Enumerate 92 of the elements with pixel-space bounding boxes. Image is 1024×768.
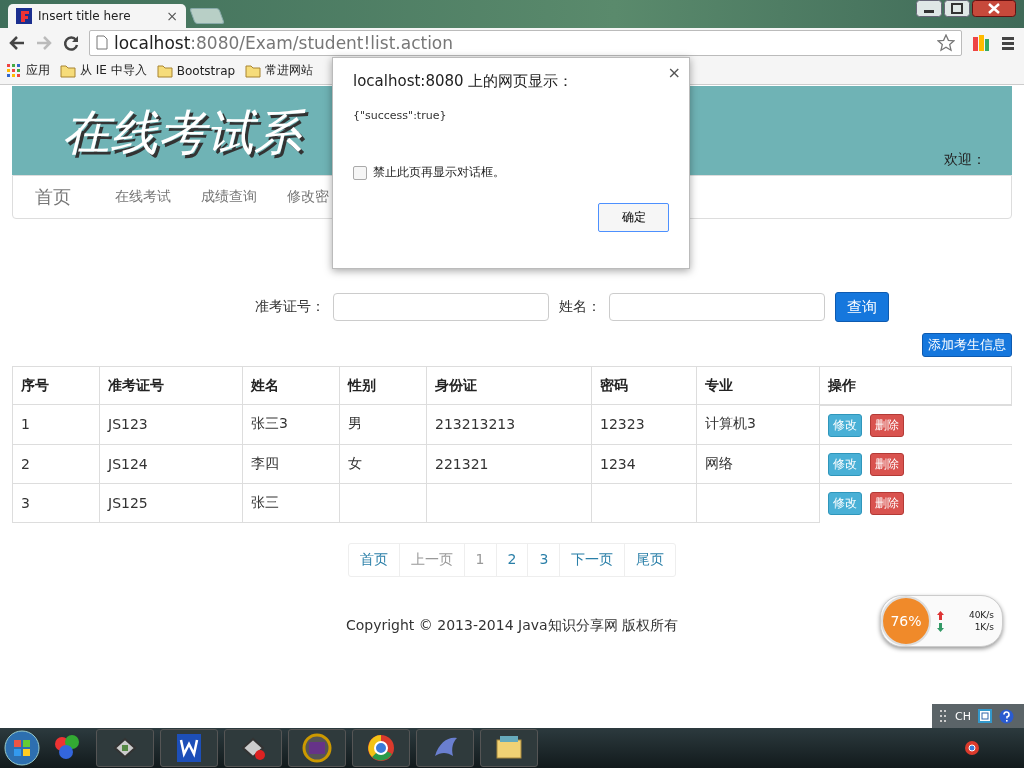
tab-title: Insert title here bbox=[38, 9, 132, 23]
table-cell: 221321 bbox=[426, 444, 592, 483]
ok-button[interactable]: 确定 bbox=[598, 203, 669, 232]
field-label: 准考证号： bbox=[255, 298, 325, 316]
maximize-icon[interactable] bbox=[944, 0, 970, 17]
column-header: 准考证号 bbox=[99, 366, 243, 405]
taskbar-button[interactable] bbox=[224, 729, 282, 767]
address-bar[interactable]: localhost:8080/Exam/student!list.action bbox=[89, 29, 962, 56]
table-cell: 1234 bbox=[591, 444, 697, 483]
menu-icon[interactable] bbox=[1000, 34, 1016, 51]
close-icon[interactable]: × bbox=[667, 63, 681, 82]
upload-speed: 40K/s bbox=[967, 610, 994, 620]
table-cell: 李四 bbox=[242, 444, 340, 483]
input-field[interactable] bbox=[333, 293, 549, 321]
download-arrow-icon bbox=[937, 622, 944, 632]
table-cell: 男 bbox=[339, 404, 427, 444]
nav-link[interactable]: 在线考试 bbox=[115, 188, 171, 206]
taskbar-button[interactable] bbox=[160, 729, 218, 767]
dialog-message: {"success":true} bbox=[353, 109, 448, 122]
app-icon bbox=[16, 8, 32, 24]
table-cell: 计算机3 bbox=[696, 404, 820, 444]
column-header: 专业 bbox=[696, 366, 820, 405]
bookmark-item[interactable]: 应用 bbox=[6, 62, 50, 79]
nav-brand-link[interactable]: 首页 bbox=[35, 185, 71, 209]
back-icon[interactable] bbox=[8, 33, 26, 52]
dialog-title: localhost:8080 上的网页显示： bbox=[353, 72, 575, 91]
copyright-text: Copyright © 2013-2014 Java知识分享网 版权所有 bbox=[345, 616, 679, 635]
upload-arrow-icon bbox=[937, 610, 944, 620]
column-header: 姓名 bbox=[242, 366, 340, 405]
download-speed: 1K/s bbox=[973, 622, 994, 632]
folder-icon bbox=[156, 63, 173, 78]
grip-icon bbox=[940, 710, 949, 722]
column-header: 身份证 bbox=[426, 366, 592, 405]
column-header: 操作 bbox=[819, 366, 1012, 405]
apps-icon bbox=[6, 62, 22, 79]
column-header: 序号 bbox=[12, 366, 100, 405]
delete-button[interactable]: 删除 bbox=[870, 452, 904, 476]
close-icon[interactable] bbox=[972, 0, 1016, 17]
column-header: 性别 bbox=[339, 366, 427, 405]
table-cell: 3 bbox=[12, 483, 100, 522]
close-icon[interactable]: × bbox=[166, 8, 178, 24]
forward-icon bbox=[35, 33, 53, 52]
page-link[interactable]: 2 bbox=[495, 543, 528, 576]
page-link[interactable]: 下一页 bbox=[559, 543, 625, 576]
field-label: 姓名： bbox=[559, 298, 601, 316]
table-cell: JS123 bbox=[99, 404, 243, 444]
page-icon bbox=[96, 35, 108, 50]
folder-icon bbox=[60, 63, 76, 78]
star-icon[interactable] bbox=[937, 33, 955, 52]
table-cell: 2 bbox=[12, 444, 100, 483]
search-button[interactable]: 查询 bbox=[835, 292, 889, 322]
checkbox-label[interactable]: 禁止此页再显示对话框。 bbox=[373, 164, 505, 181]
start-button[interactable] bbox=[4, 730, 40, 766]
taskbar-button[interactable] bbox=[480, 729, 538, 767]
browser-tab[interactable]: Insert title here × bbox=[8, 4, 186, 28]
table-cell: 张三 bbox=[242, 483, 340, 522]
edit-button[interactable]: 修改 bbox=[828, 452, 862, 476]
page-link[interactable]: 3 bbox=[527, 543, 560, 576]
table-cell: JS125 bbox=[99, 483, 243, 522]
folder-icon bbox=[245, 63, 262, 78]
table-cell: 网络 bbox=[696, 444, 820, 483]
delete-button[interactable]: 删除 bbox=[870, 491, 904, 515]
edit-button[interactable]: 修改 bbox=[828, 413, 862, 437]
input-field[interactable] bbox=[609, 293, 825, 321]
table-cell: 张三3 bbox=[242, 404, 340, 444]
table-cell: 女 bbox=[339, 444, 427, 483]
reload-icon[interactable] bbox=[62, 33, 80, 52]
welcome-text: 欢迎： bbox=[944, 151, 986, 169]
column-header: 密码 bbox=[591, 366, 697, 405]
help-icon[interactable] bbox=[999, 708, 1014, 724]
minimize-icon[interactable] bbox=[916, 0, 942, 17]
bookmark-item[interactable]: 常进网站 bbox=[245, 62, 314, 79]
taskbar-button[interactable] bbox=[96, 729, 154, 767]
page-link[interactable]: 尾页 bbox=[624, 543, 676, 576]
table-cell: JS124 bbox=[99, 444, 243, 483]
add-button[interactable]: 添加考生信息 bbox=[922, 333, 1012, 357]
edit-button[interactable]: 修改 bbox=[828, 491, 862, 515]
page-link[interactable]: 首页 bbox=[348, 543, 399, 576]
new-tab-button[interactable] bbox=[189, 8, 225, 24]
bookmark-item[interactable]: Bootstrap bbox=[156, 63, 236, 78]
nav-link[interactable]: 成绩查询 bbox=[201, 188, 257, 206]
table-cell: 12323 bbox=[591, 404, 697, 444]
url-text: localhost:8080/Exam/student!list.action bbox=[114, 32, 454, 53]
nav-link[interactable]: 修改密 bbox=[287, 188, 329, 206]
taskbar-button[interactable] bbox=[352, 729, 410, 767]
delete-button[interactable]: 删除 bbox=[870, 413, 904, 437]
language-indicator[interactable]: CH bbox=[955, 709, 971, 723]
checkbox[interactable] bbox=[353, 165, 367, 180]
bookmark-item[interactable]: 从 IE 中导入 bbox=[60, 62, 147, 79]
table-cell: 213213213 bbox=[426, 404, 592, 444]
table-cell: 1 bbox=[12, 404, 100, 444]
usage-percent: 76% bbox=[881, 596, 931, 646]
